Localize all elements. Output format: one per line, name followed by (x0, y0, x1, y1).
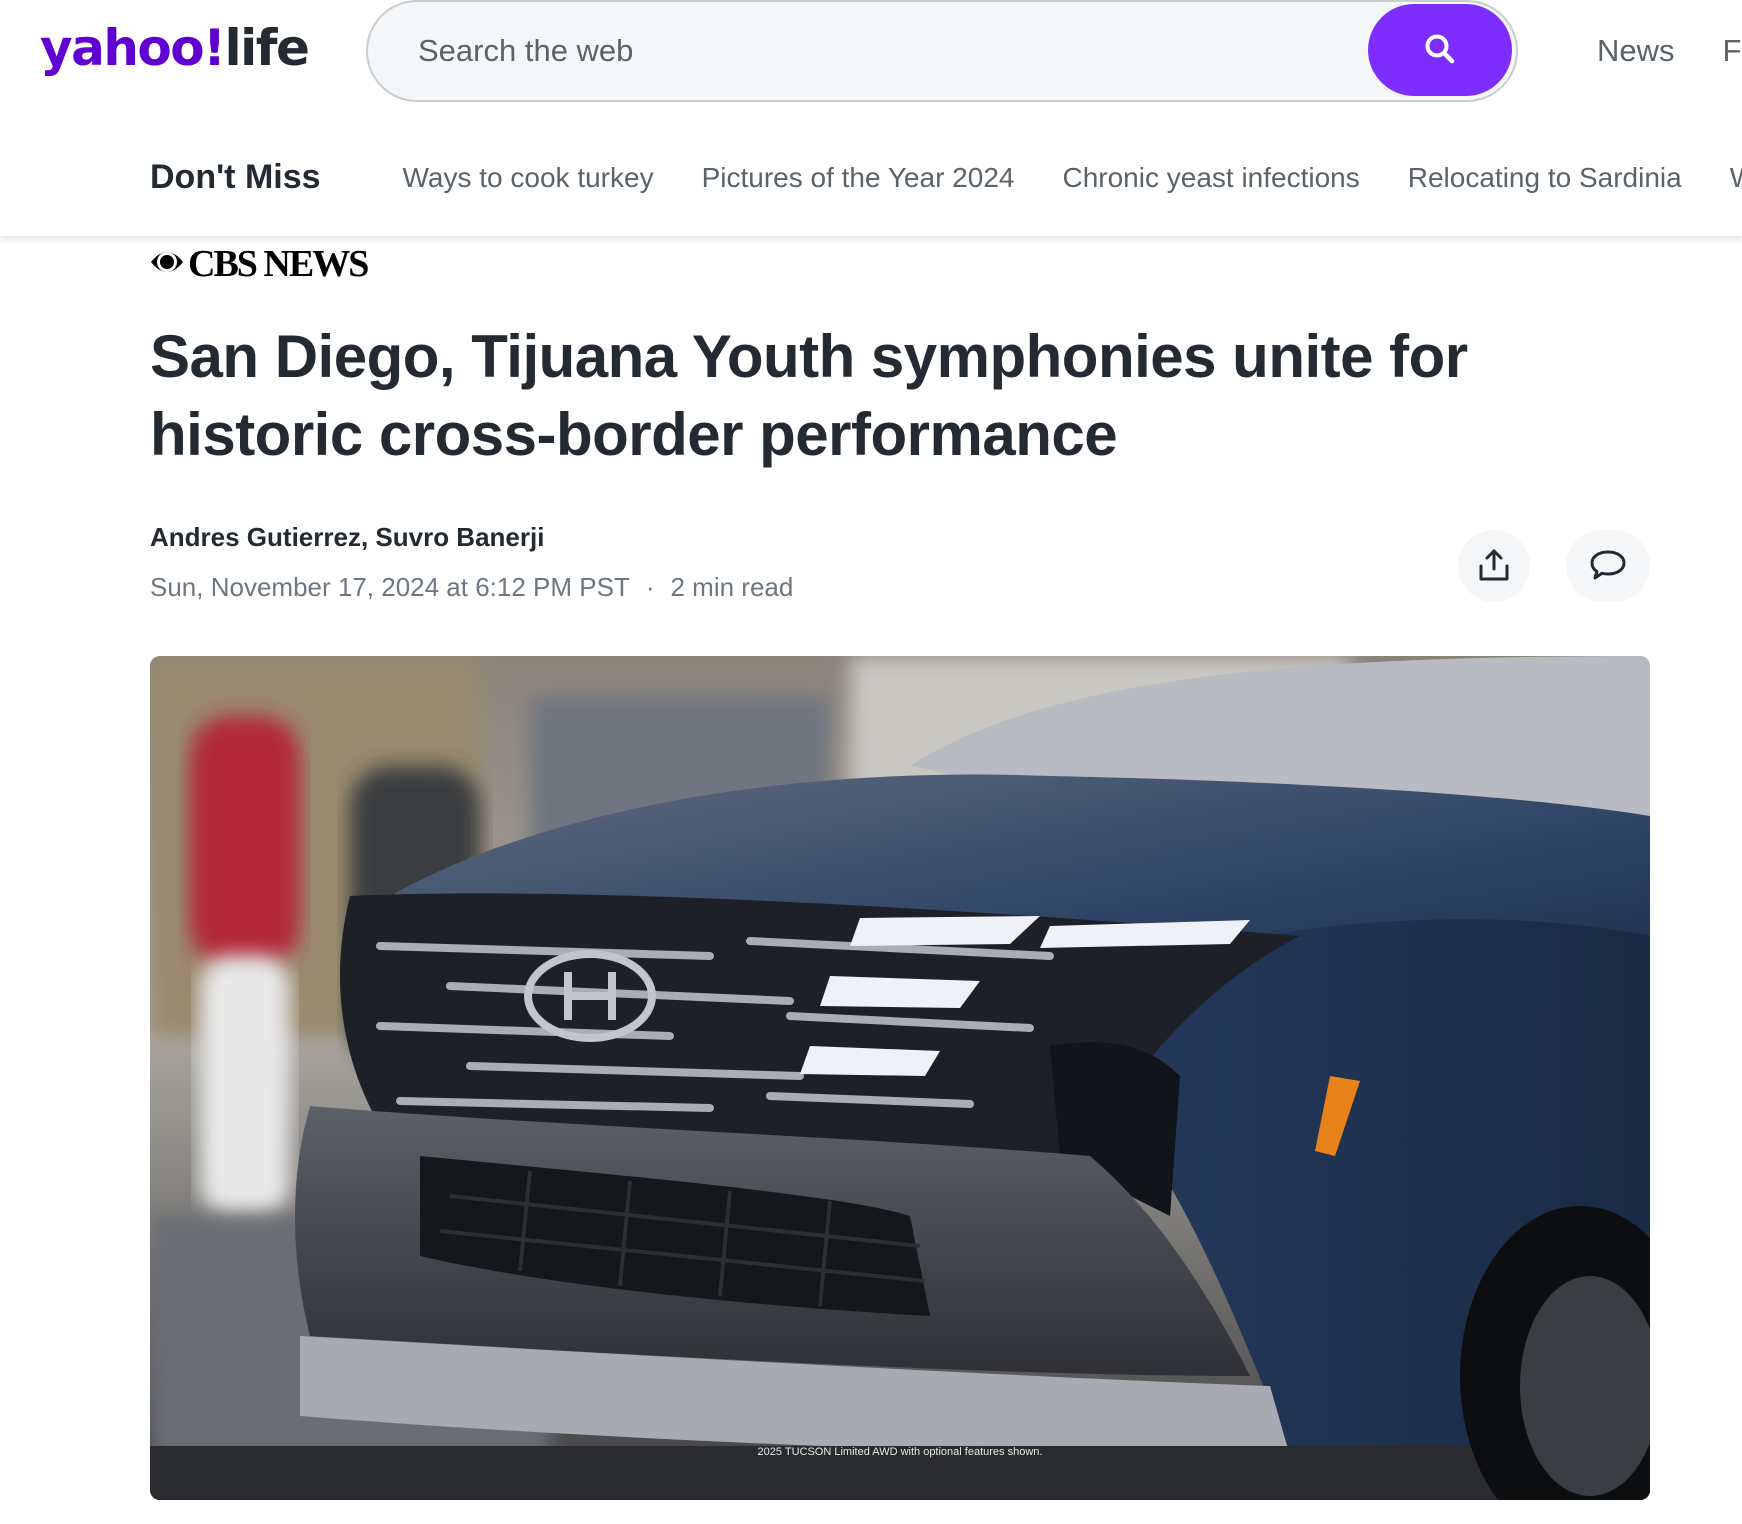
dont-miss-bar: Don't Miss Ways to cook turkey Pictures … (150, 158, 1742, 197)
yahoo-life-logo[interactable]: yahoo!life (40, 12, 310, 84)
comment-icon (1588, 547, 1628, 586)
site-header: yahoo!life News F Don't Miss Ways to coo… (0, 0, 1742, 236)
cbs-eye-icon (150, 245, 184, 284)
dont-miss-link[interactable]: Ways to cook turkey (403, 162, 654, 194)
dont-miss-links: Ways to cook turkey Pictures of the Year… (403, 162, 1742, 194)
logo-section: life (224, 19, 309, 77)
dont-miss-link[interactable]: Chronic yeast infections (1062, 162, 1359, 194)
publisher-name: CBS NEWS (188, 243, 369, 285)
top-nav: News F (1597, 28, 1741, 74)
dont-miss-link[interactable]: W (1730, 162, 1742, 194)
search-button[interactable] (1368, 4, 1512, 96)
search-icon (1423, 32, 1457, 69)
hero-image[interactable]: 2025 TUCSON Limited AWD with optional fe… (150, 656, 1650, 1500)
article-headline: San Diego, Tijuana Youth symphonies unit… (150, 323, 1468, 468)
publish-date: Sun, November 17, 2024 at 6:12 PM PST (150, 572, 630, 602)
search-input[interactable] (416, 2, 1316, 100)
dont-miss-link[interactable]: Relocating to Sardinia (1408, 162, 1682, 194)
top-nav-item[interactable]: F (1723, 28, 1742, 74)
top-nav-news[interactable]: News (1597, 28, 1675, 74)
logo-slash: ! (203, 19, 226, 77)
hero-image-caption: 2025 TUCSON Limited AWD with optional fe… (757, 1446, 1043, 1458)
publisher-logo[interactable]: CBS NEWS (150, 243, 369, 285)
meta-separator: · (645, 572, 655, 602)
search-bar (366, 0, 1518, 102)
dont-miss-link[interactable]: Pictures of the Year 2024 (702, 162, 1015, 194)
logo-brand: yahoo (40, 19, 205, 77)
read-time: 2 min read (670, 572, 794, 602)
dont-miss-title: Don't Miss (150, 158, 321, 196)
article-authors: Andres Gutierrez, Suvro Banerji (150, 522, 545, 552)
share-icon (1476, 547, 1512, 586)
comment-button[interactable] (1566, 530, 1650, 602)
share-button[interactable] (1458, 530, 1530, 602)
article-meta: Sun, November 17, 2024 at 6:12 PM PST · 2 … (150, 572, 793, 603)
